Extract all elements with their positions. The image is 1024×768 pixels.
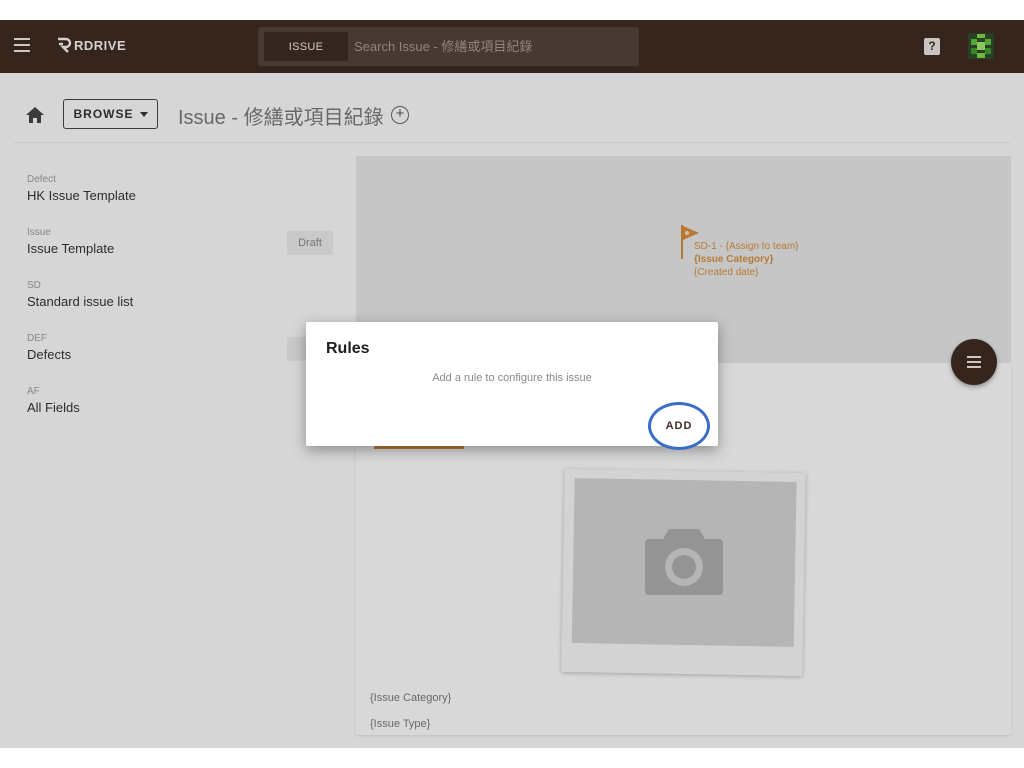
dialog-message: Add a rule to configure this issue bbox=[432, 372, 592, 384]
add-rule-button[interactable]: ADD bbox=[648, 402, 710, 450]
dialog-title: Rules bbox=[326, 340, 370, 357]
rules-dialog: Rules Add a rule to configure this issue… bbox=[306, 322, 718, 450]
app-window: RDRIVE ISSUE ? BROWSE Issue - 修繕或項目紀錄 + bbox=[0, 20, 1024, 748]
